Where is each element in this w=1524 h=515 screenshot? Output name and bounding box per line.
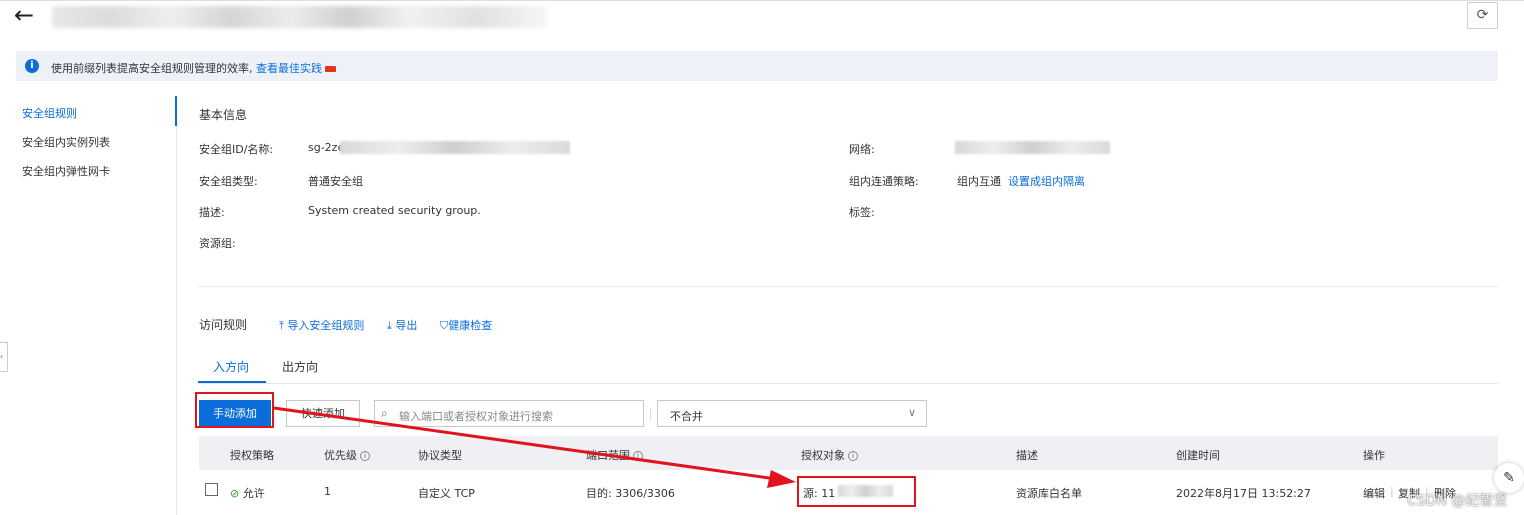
sg-type-label: 安全组类型: [199, 175, 258, 188]
edit-link[interactable]: 编辑 [1363, 485, 1385, 501]
sidebar-item-rules[interactable]: 安全组规则 [22, 105, 77, 121]
annotation-box-add [195, 392, 274, 428]
tag-label: 标签: [849, 206, 875, 219]
col-created: 创建时间 [1176, 449, 1220, 462]
export-button[interactable]: ⤓ 导出 [387, 317, 417, 333]
sidebar-item-eni[interactable]: 安全组内弹性网卡 [22, 163, 110, 179]
sg-id-redacted [340, 141, 570, 154]
annotation-arrow-icon [273, 406, 796, 488]
health-check-button[interactable]: ⛉健康检查 [440, 317, 492, 333]
pen-icon[interactable]: ✎ [1494, 463, 1524, 493]
desc-value: System created security group. [308, 204, 481, 217]
notice-banner: i 使用前缀列表提高安全组规则管理的效率, 查看最佳实践 [16, 51, 1498, 81]
network-redacted [955, 141, 1110, 154]
top-border [0, 0, 1524, 1]
col-policy: 授权策略 [230, 449, 274, 462]
refresh-icon: ⟳ [1476, 7, 1489, 23]
tab-divider [198, 383, 1498, 384]
network-label: 网络: [849, 143, 875, 156]
check-circle-icon: ⊘ [230, 487, 240, 500]
desc-label: 描述: [199, 206, 225, 219]
policy-value: 组内互通 [957, 175, 1001, 188]
policy-label: 组内连通策略: [849, 175, 919, 188]
back-arrow-icon[interactable]: ← [14, 3, 34, 27]
section-divider [198, 286, 1498, 287]
set-isolation-link[interactable]: 设置成组内隔离 [1008, 173, 1085, 189]
cell-created: 2022年8月17日 13:52:27 [1176, 487, 1311, 500]
col-desc: 描述 [1016, 449, 1038, 462]
rules-title: 访问规则 [199, 318, 248, 332]
basic-info-title: 基本信息 [199, 108, 248, 122]
sg-id-value: sg-2ze [308, 141, 345, 154]
refresh-button[interactable]: ⟳ [1467, 2, 1498, 29]
cell-policy: ⊘ 允许 [230, 487, 265, 500]
sidebar-divider [176, 126, 177, 515]
col-object: 授权对象 i [801, 447, 858, 463]
info-icon: i [25, 59, 39, 73]
cell-desc: 资源库白名单 [1016, 487, 1082, 500]
tab-inbound[interactable]: 入方向 [213, 358, 249, 375]
tab-outbound[interactable]: 出方向 [282, 358, 318, 375]
annotation-box-object [797, 476, 916, 507]
best-practice-link[interactable]: 查看最佳实践 [256, 62, 322, 75]
resource-group-label: 资源组: [199, 237, 236, 250]
col-actions: 操作 [1363, 449, 1385, 462]
help-icon[interactable]: i [848, 451, 858, 461]
download-icon: ⤓ [387, 319, 392, 332]
action-separator: | [1390, 485, 1394, 498]
import-rules-button[interactable]: ⤒ 导入安全组规则 [279, 317, 364, 333]
sg-type-value: 普通安全组 [308, 175, 363, 188]
shield-check-icon: ⛉ [440, 319, 449, 332]
row-checkbox[interactable] [205, 483, 218, 496]
tab-active-underline [198, 381, 266, 383]
sidebar-item-instances[interactable]: 安全组内实例列表 [22, 134, 110, 150]
sidebar-active-indicator [175, 96, 177, 126]
upload-icon: ⤒ [279, 319, 284, 332]
watermark: CSDN @纪智坚 [1407, 493, 1508, 509]
hot-badge-icon [325, 66, 336, 72]
sg-id-label: 安全组ID/名称: [199, 143, 274, 156]
page-title-redacted [52, 6, 547, 28]
notice-text: 使用前缀列表提高安全组规则管理的效率, [51, 62, 253, 75]
chevron-down-icon: ∨ [907, 406, 916, 419]
collapse-sidebar-icon[interactable]: ‹ [0, 342, 8, 372]
